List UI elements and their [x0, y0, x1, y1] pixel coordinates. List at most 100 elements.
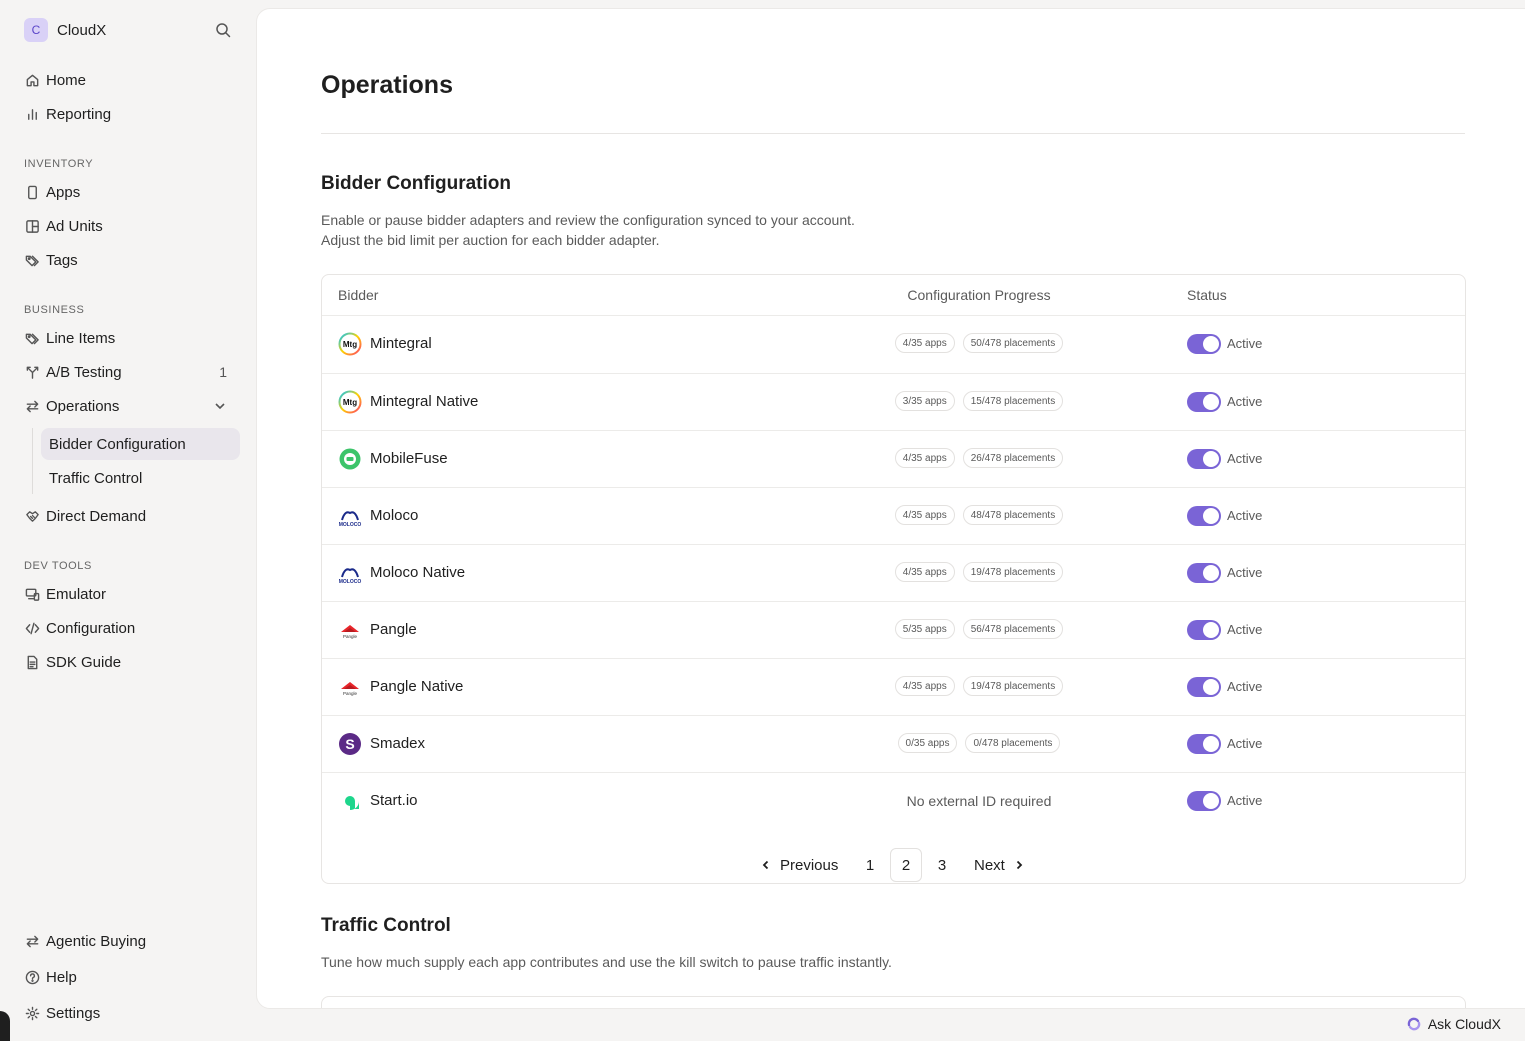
table-row[interactable]: S Smadex 0/35 apps 0/478 placements Acti…: [322, 715, 1465, 772]
bidder-name: Mintegral: [370, 335, 432, 352]
configuration-progress: 4/35 apps 19/478 placements: [893, 676, 1065, 696]
toggle-knob: [1203, 336, 1219, 352]
brand[interactable]: C CloudX: [24, 18, 232, 42]
mobilefuse-logo: [338, 447, 362, 471]
page-button-2-current[interactable]: 2: [890, 848, 922, 882]
tags-icon: [24, 252, 40, 268]
status-toggle[interactable]: [1187, 791, 1221, 811]
sidebar-item-sdk-guide[interactable]: SDK Guide: [16, 646, 240, 678]
sidebar-item-tags[interactable]: Tags: [16, 244, 240, 276]
status-toggle[interactable]: [1187, 506, 1221, 526]
svg-text:Mtg: Mtg: [343, 340, 357, 349]
status-toggle[interactable]: [1187, 620, 1221, 640]
table-row[interactable]: Pangle Pangle 5/35 apps 56/478 placement…: [322, 601, 1465, 658]
status-toggle[interactable]: [1187, 677, 1221, 697]
status-label: Active: [1227, 336, 1263, 351]
configuration-progress: 4/35 apps 19/478 placements: [893, 562, 1065, 582]
page-button-1[interactable]: 1: [854, 848, 886, 882]
placements-progress-badge: 26/478 placements: [962, 448, 1064, 468]
status-toggle[interactable]: [1187, 734, 1221, 754]
table-row[interactable]: Mtg Mintegral Native 3/35 apps 15/478 pl…: [322, 373, 1465, 430]
bidder-configuration-heading: Bidder Configuration: [321, 173, 511, 194]
sidebar-item-line-items[interactable]: Line Items: [16, 322, 240, 354]
table-row[interactable]: MOLOCO Moloco Native 4/35 apps 19/478 pl…: [322, 544, 1465, 601]
sidebar-item-label: Ad Units: [46, 217, 103, 235]
sidebar-item-label: A/B Testing: [46, 363, 122, 381]
previous-page-button[interactable]: Previous: [760, 848, 838, 882]
placements-progress-badge: 48/478 placements: [962, 505, 1064, 525]
toggle-knob: [1203, 394, 1219, 410]
placements-progress-badge: 19/478 placements: [962, 562, 1064, 582]
configuration-progress: 3/35 apps 15/478 placements: [893, 391, 1065, 411]
sidebar-item-direct-demand[interactable]: Direct Demand: [16, 500, 240, 532]
status-toggle[interactable]: [1187, 334, 1221, 354]
sidebar-item-ab-testing[interactable]: A/B Testing 1: [16, 356, 240, 388]
sidebar-item-agentic-buying[interactable]: Agentic Buying: [16, 925, 240, 957]
page-button-3[interactable]: 3: [926, 848, 958, 882]
sidebar-item-label: Agentic Buying: [46, 932, 147, 950]
sidebar-item-help[interactable]: Help: [16, 961, 240, 993]
apps-progress-badge: 4/35 apps: [894, 676, 955, 696]
sidebar-item-apps[interactable]: Apps: [16, 176, 240, 208]
app-root: C CloudX Home Reporting INVENTORY Apps A…: [0, 0, 1525, 1041]
apps-progress-badge: 4/35 apps: [894, 505, 955, 525]
sidebar-item-ad-units[interactable]: Ad Units: [16, 210, 240, 242]
sidebar-item-settings[interactable]: Settings: [16, 997, 240, 1029]
sidebar-item-emulator[interactable]: Emulator: [16, 578, 240, 610]
traffic-control-table: [321, 996, 1466, 1008]
sidebar-item-label: Bidder Configuration: [49, 435, 186, 453]
sidebar-subitem-traffic-control[interactable]: Traffic Control: [41, 462, 240, 494]
apps-progress-badge: 4/35 apps: [894, 562, 955, 582]
status-toggle[interactable]: [1187, 392, 1221, 412]
svg-text:MOLOCO: MOLOCO: [339, 522, 362, 528]
next-page-button[interactable]: Next: [974, 848, 1025, 882]
chevron-down-icon[interactable]: [213, 399, 227, 413]
brand-name: CloudX: [57, 21, 107, 39]
toggle-knob: [1203, 679, 1219, 695]
ask-cloudx-button[interactable]: Ask CloudX: [1406, 1015, 1501, 1033]
status-label: Active: [1227, 565, 1263, 580]
sidebar-item-label: Line Items: [46, 329, 116, 347]
status-label: Active: [1227, 736, 1263, 751]
apps-progress-badge: 4/35 apps: [894, 448, 955, 468]
traffic-control-description: Tune how much supply each app contribute…: [321, 954, 892, 970]
sidebar-subitem-bidder-configuration[interactable]: Bidder Configuration: [41, 428, 240, 460]
sidebar-item-label: Tags: [46, 251, 78, 269]
status-label: Active: [1227, 793, 1263, 808]
sidebar-item-reporting[interactable]: Reporting: [16, 98, 240, 130]
submenu-divider: [32, 428, 33, 494]
table-row[interactable]: Pangle Pangle Native 4/35 apps 19/478 pl…: [322, 658, 1465, 715]
section-label-dev-tools: DEV TOOLS: [24, 560, 92, 572]
status-label: Active: [1227, 508, 1263, 523]
pangle-logo: Pangle: [338, 618, 362, 642]
toggle-knob: [1203, 622, 1219, 638]
column-header-configuration-progress: Configuration Progress: [907, 287, 1051, 303]
table-row[interactable]: Start.io No external ID required Active: [322, 772, 1465, 829]
ab-testing-count-badge: 1: [219, 364, 227, 380]
layout-icon: [24, 218, 40, 234]
sidebar-item-configuration[interactable]: Configuration: [16, 612, 240, 644]
sidebar-item-home[interactable]: Home: [16, 64, 240, 96]
sidebar-item-label: Reporting: [46, 105, 112, 123]
sidebar-item-label: Home: [46, 71, 87, 89]
status-label: Active: [1227, 679, 1263, 694]
table-row[interactable]: MOLOCO Moloco 4/35 apps 48/478 placement…: [322, 487, 1465, 544]
status-toggle[interactable]: [1187, 563, 1221, 583]
next-label: Next: [974, 856, 1005, 874]
sidebar-item-operations[interactable]: Operations: [16, 390, 240, 422]
status-toggle[interactable]: [1187, 449, 1221, 469]
apps-progress-badge: 0/35 apps: [897, 733, 958, 753]
svg-text:Pangle: Pangle: [343, 634, 358, 639]
sidebar-item-label: Operations: [46, 397, 120, 415]
svg-text:Pangle: Pangle: [343, 691, 358, 696]
bidder-table: Bidder Configuration Progress Status Mtg…: [321, 274, 1466, 884]
split-icon: [24, 364, 40, 380]
table-row[interactable]: Mtg Mintegral 4/35 apps 50/478 placement…: [322, 316, 1465, 373]
column-header-bidder: Bidder: [338, 287, 379, 303]
ask-cloudx-label: Ask CloudX: [1427, 1016, 1501, 1032]
search-icon[interactable]: [214, 21, 232, 39]
svg-text:S: S: [345, 736, 354, 752]
configuration-progress: 5/35 apps 56/478 placements: [893, 619, 1065, 639]
bar-chart-icon: [24, 106, 40, 122]
table-row[interactable]: MobileFuse 4/35 apps 26/478 placements A…: [322, 430, 1465, 487]
